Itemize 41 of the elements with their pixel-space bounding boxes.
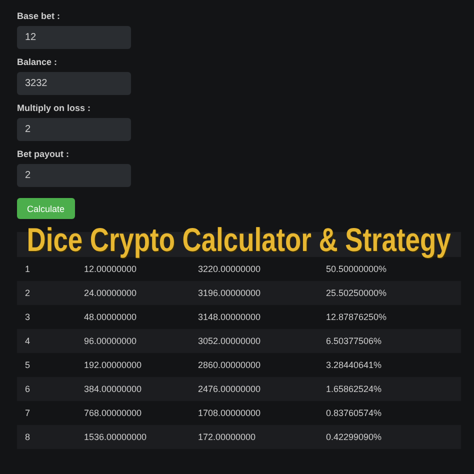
table-cell: 2 xyxy=(25,288,30,298)
input-field[interactable]: 2 xyxy=(17,118,131,141)
field-label: Multiply on loss : xyxy=(17,103,90,113)
table-cell: 3220.00000000 xyxy=(198,264,261,274)
banner-title: Dice Crypto Calculator & Strategy xyxy=(26,220,452,259)
input-field[interactable]: 2 xyxy=(17,164,131,187)
table-cell: 12.87876250% xyxy=(326,312,387,322)
table-cell: 1 xyxy=(25,264,30,274)
table-cell: 8 xyxy=(25,432,30,442)
table-cell: 768.00000000 xyxy=(84,408,142,418)
input-field[interactable]: 12 xyxy=(17,26,131,49)
table-cell: 1708.00000000 xyxy=(198,408,261,418)
table-cell: 0.83760574% xyxy=(326,408,382,418)
table-cell: 5 xyxy=(25,360,30,370)
table-cell: 3148.00000000 xyxy=(198,312,261,322)
field-label: Base bet : xyxy=(17,11,60,21)
table-cell: 48.00000000 xyxy=(84,312,137,322)
table-cell: 3.28440641% xyxy=(326,360,382,370)
table-cell: 3 xyxy=(25,312,30,322)
table-cell: 384.00000000 xyxy=(84,384,142,394)
table-cell: 12.00000000 xyxy=(84,264,137,274)
table-cell: 4 xyxy=(25,336,30,346)
field-label: Balance : xyxy=(17,57,58,67)
table-cell: 192.00000000 xyxy=(84,360,142,370)
table-cell: 50.50000000% xyxy=(326,264,387,274)
table-cell: 6 xyxy=(25,384,30,394)
table-cell: 1536.00000000 xyxy=(84,432,147,442)
table-cell: 7 xyxy=(25,408,30,418)
table-cell: 172.00000000 xyxy=(198,432,256,442)
table-cell: 6.50377506% xyxy=(326,336,382,346)
table-cell: 24.00000000 xyxy=(84,288,137,298)
table-cell: 25.50250000% xyxy=(326,288,387,298)
table-cell: 2476.00000000 xyxy=(198,384,261,394)
table-cell: 2860.00000000 xyxy=(198,360,261,370)
table-cell: 96.00000000 xyxy=(84,336,137,346)
field-label: Bet payout : xyxy=(17,149,70,159)
table-cell: 1.65862524% xyxy=(326,384,382,394)
table-cell: 3052.00000000 xyxy=(198,336,261,346)
table-cell: 0.42299090% xyxy=(326,432,382,442)
table-cell: 3196.00000000 xyxy=(198,288,261,298)
input-field[interactable]: 3232 xyxy=(17,72,131,95)
